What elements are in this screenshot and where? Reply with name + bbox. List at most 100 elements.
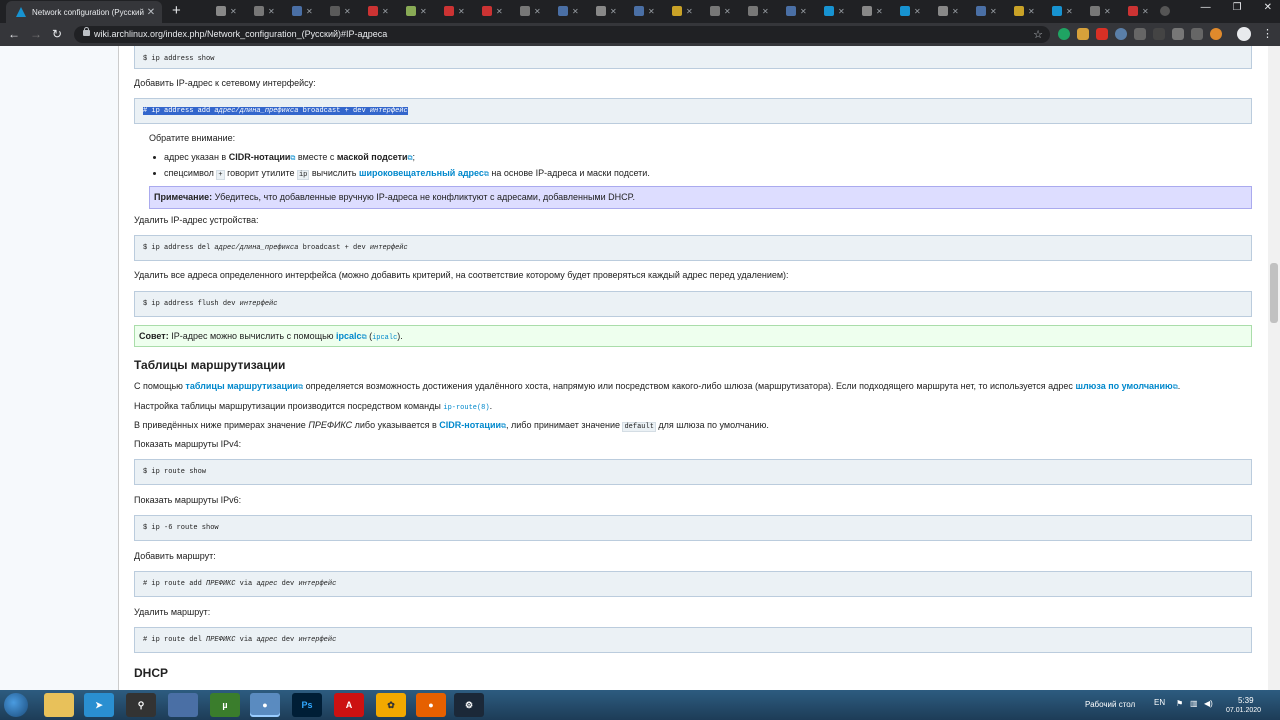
close-tab-icon[interactable]: ✕ xyxy=(230,7,237,16)
close-tab-icon[interactable]: ✕ xyxy=(496,7,503,16)
cookie-extension-icon[interactable] xyxy=(1210,28,1222,40)
forward-icon[interactable]: → xyxy=(30,27,42,41)
profile-avatar[interactable] xyxy=(1237,27,1251,41)
close-tab-icon[interactable]: ✕ xyxy=(1142,7,1149,16)
youtube-extension-icon[interactable] xyxy=(1096,28,1108,40)
page-scrollbar[interactable] xyxy=(1268,46,1280,690)
close-tab-icon[interactable]: ✕ xyxy=(144,7,158,18)
sound-extension-icon[interactable] xyxy=(1115,28,1127,40)
tab-favicon-icon xyxy=(824,6,834,16)
routing-table-link[interactable]: таблицы маршрутизации xyxy=(185,381,298,391)
broadcast-address-link[interactable]: широковещательный адрес xyxy=(359,168,484,178)
close-tab-icon[interactable]: ✕ xyxy=(1028,7,1035,16)
incognito-extension-icon[interactable] xyxy=(1134,28,1146,40)
minimize-icon[interactable]: — xyxy=(1201,2,1211,13)
close-tab-icon[interactable]: ✕ xyxy=(952,7,959,16)
text-span: С помощью xyxy=(134,381,186,391)
close-tab-icon[interactable]: ✕ xyxy=(1104,7,1111,16)
close-tab-icon[interactable]: ✕ xyxy=(344,7,351,16)
language-indicator[interactable]: EN xyxy=(1154,698,1165,707)
url-text[interactable]: wiki.archlinux.org/index.php/Network_con… xyxy=(94,29,387,39)
paragraph-show-ipv4: Показать маршруты IPv4: xyxy=(134,439,242,449)
close-tab-icon[interactable]: ✕ xyxy=(420,7,427,16)
telegram-icon[interactable]: ➤ xyxy=(84,693,114,717)
network-icon[interactable]: ▥ xyxy=(1190,699,1198,708)
volume-icon[interactable]: ◀) xyxy=(1204,699,1213,708)
scrollbar-thumb[interactable] xyxy=(1270,263,1278,323)
browser-menu-icon[interactable]: ⋮ xyxy=(1262,27,1273,41)
acrobat-icon[interactable]: A xyxy=(334,693,364,717)
code-text: # ip route add ПРЕФИКС via адрес dev инт… xyxy=(143,580,336,588)
code-part: broadcast + dev xyxy=(298,244,370,252)
tray-flag-icon[interactable]: ⚑ xyxy=(1176,699,1183,708)
close-tab-icon[interactable]: ✕ xyxy=(914,7,921,16)
bookmark-star-icon[interactable]: ☆ xyxy=(1033,28,1043,41)
extensions-area xyxy=(1058,28,1222,40)
network-tool-icon[interactable] xyxy=(168,693,198,717)
close-tab-icon[interactable]: ✕ xyxy=(762,7,769,16)
file-explorer-icon[interactable] xyxy=(44,693,74,717)
ip-route-man-link[interactable]: ip-route(8) xyxy=(443,404,489,412)
maps-pin-icon[interactable]: ⚲ xyxy=(126,693,156,717)
close-tab-icon[interactable]: ✕ xyxy=(306,7,313,16)
close-tab-icon[interactable]: ✕ xyxy=(838,7,845,16)
ipcalc-link[interactable]: ipcalc xyxy=(336,331,362,341)
close-tab-icon[interactable]: ✕ xyxy=(610,7,617,16)
back-icon[interactable]: ← xyxy=(8,27,20,41)
close-window-icon[interactable]: ✕ xyxy=(1264,2,1272,13)
close-tab-icon[interactable]: ✕ xyxy=(686,7,693,16)
code-placeholder: адрес/длина_префикса xyxy=(214,244,299,252)
ipcalc-package-link[interactable]: ipcalc xyxy=(372,334,397,342)
translate-extension-icon[interactable] xyxy=(1172,28,1184,40)
close-tab-icon[interactable]: ✕ xyxy=(382,7,389,16)
close-tab-icon[interactable]: ✕ xyxy=(572,7,579,16)
code-part: dev xyxy=(277,636,299,644)
address-bar[interactable]: wiki.archlinux.org/index.php/Network_con… xyxy=(74,26,1050,43)
reload-icon[interactable]: ↻ xyxy=(52,27,62,41)
close-tab-icon[interactable]: ✕ xyxy=(876,7,883,16)
formula-extension-icon[interactable] xyxy=(1153,28,1165,40)
close-tab-icon[interactable]: ✕ xyxy=(1066,7,1073,16)
default-gateway-link[interactable]: шлюза по умолчанию xyxy=(1075,381,1172,391)
maximize-icon[interactable]: ❐ xyxy=(1233,2,1242,13)
close-tab-icon[interactable]: ✕ xyxy=(648,7,655,16)
code-part: $ ip address flush dev xyxy=(143,300,240,308)
start-button[interactable] xyxy=(4,693,28,717)
code-placeholder: интерфейс xyxy=(239,300,278,308)
photoshop-icon[interactable]: Ps xyxy=(292,693,322,717)
clock-date[interactable]: 07.01.2020 xyxy=(1226,707,1261,714)
new-tab-button[interactable]: + xyxy=(172,3,181,18)
clock-time[interactable]: 5:39 xyxy=(1238,696,1254,705)
pinned-tab[interactable]: ✕ xyxy=(1128,4,1158,18)
code-part: broadcast + dev xyxy=(298,107,370,115)
fl-studio-icon[interactable]: ✿ xyxy=(376,693,406,717)
desktop-toolbar-label[interactable]: Рабочий стол xyxy=(1085,700,1135,709)
firefox-icon[interactable]: ● xyxy=(416,693,446,717)
tab-search-icon xyxy=(1160,6,1170,16)
cidr-notation-link[interactable]: CIDR-нотации xyxy=(439,420,501,430)
emphasis: ПРЕФИКС xyxy=(308,420,353,430)
tab-search-button[interactable] xyxy=(1160,4,1174,18)
text-span: ; xyxy=(412,152,416,162)
dark-extension-icon[interactable] xyxy=(1077,28,1089,40)
chrome-icon[interactable]: ● xyxy=(250,693,280,717)
close-tab-icon[interactable]: ✕ xyxy=(724,7,731,16)
steam-icon[interactable]: ⚙ xyxy=(454,693,484,717)
tip-box: Совет: IP-адрес можно вычислить с помощь… xyxy=(134,325,1252,347)
arch-linux-icon xyxy=(16,7,26,17)
note-extension-icon[interactable] xyxy=(1191,28,1203,40)
code-placeholder: ПРЕФИКС xyxy=(206,636,236,644)
grammarly-icon[interactable] xyxy=(1058,28,1070,40)
paragraph-routing-3: В приведённых ниже примерах значение ПРЕ… xyxy=(134,420,769,432)
utorrent-icon[interactable]: µ xyxy=(210,693,240,717)
close-tab-icon[interactable]: ✕ xyxy=(800,7,807,16)
tab-network-configuration[interactable]: Network configuration (Русский) ✕ xyxy=(6,1,162,23)
section-heading-dhcp: DHCP xyxy=(134,666,169,680)
close-tab-icon[interactable]: ✕ xyxy=(268,7,275,16)
code-block-ip-route-add: # ip route add ПРЕФИКС via адрес dev инт… xyxy=(134,571,1252,597)
text-span: определяется возможность достижения удал… xyxy=(303,381,1076,391)
close-tab-icon[interactable]: ✕ xyxy=(534,7,541,16)
close-tab-icon[interactable]: ✕ xyxy=(990,7,997,16)
code-placeholder: интерфейс xyxy=(298,580,337,588)
close-tab-icon[interactable]: ✕ xyxy=(458,7,465,16)
